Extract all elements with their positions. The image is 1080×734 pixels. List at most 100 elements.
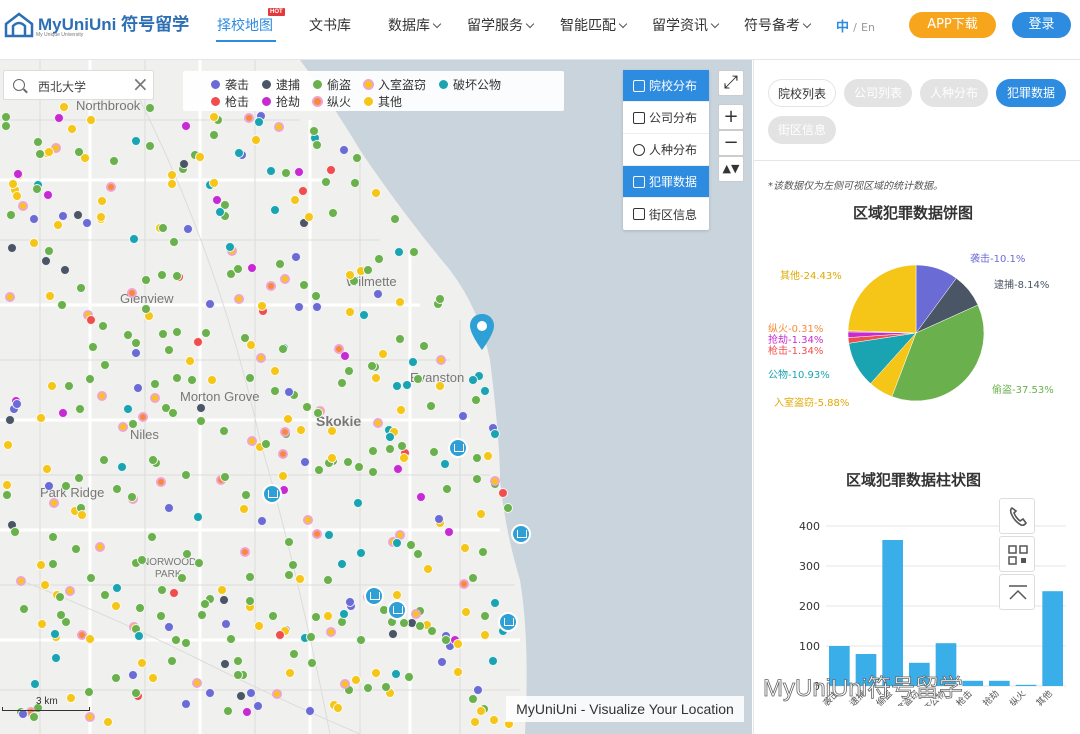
nav-item-exam-prep[interactable]: 符号备考 <box>744 15 812 35</box>
crime-marker[interactable] <box>147 532 157 542</box>
crime-marker[interactable] <box>423 564 433 574</box>
crime-marker[interactable] <box>48 532 58 542</box>
crime-marker[interactable] <box>95 542 105 552</box>
layer-company[interactable]: 公司分布 <box>623 102 709 134</box>
crime-marker[interactable] <box>473 685 483 695</box>
crime-marker[interactable] <box>440 459 450 469</box>
crime-marker[interactable] <box>350 178 360 188</box>
crime-marker[interactable] <box>352 153 362 163</box>
crime-marker[interactable] <box>429 447 439 457</box>
crime-marker[interactable] <box>157 270 167 280</box>
crime-marker[interactable] <box>74 473 84 483</box>
crime-marker[interactable] <box>278 471 288 481</box>
crime-marker[interactable] <box>385 444 395 454</box>
crime-marker[interactable] <box>367 361 377 371</box>
crime-marker[interactable] <box>363 683 373 693</box>
crime-marker[interactable] <box>179 159 189 169</box>
layer-crime[interactable]: 犯罪数据 <box>623 166 709 198</box>
crime-marker[interactable] <box>323 611 333 621</box>
legend-item-arson[interactable]: 纵火 <box>312 93 351 110</box>
crime-marker[interactable] <box>219 595 229 605</box>
crime-marker[interactable] <box>284 387 294 397</box>
crime-marker[interactable] <box>278 344 288 354</box>
crime-marker[interactable] <box>339 145 349 155</box>
crime-marker[interactable] <box>169 588 179 598</box>
crime-marker[interactable] <box>233 656 243 666</box>
crime-marker[interactable] <box>441 635 451 645</box>
crime-marker[interactable] <box>133 383 143 393</box>
crime-marker[interactable] <box>171 635 181 645</box>
crime-marker[interactable] <box>172 327 182 337</box>
crime-marker[interactable] <box>85 712 95 722</box>
crime-marker[interactable] <box>209 130 219 140</box>
crime-marker[interactable] <box>489 715 499 725</box>
crime-marker[interactable] <box>453 667 463 677</box>
crime-marker[interactable] <box>244 113 254 123</box>
crime-marker[interactable] <box>85 374 95 384</box>
nav-item-document-library[interactable]: 文书库 <box>309 15 351 35</box>
crime-marker[interactable] <box>76 283 86 293</box>
crime-marker[interactable] <box>177 573 187 583</box>
crime-marker[interactable] <box>141 275 151 285</box>
crime-marker[interactable] <box>303 515 313 525</box>
crime-marker[interactable] <box>43 190 53 200</box>
crime-marker[interactable] <box>148 673 158 683</box>
crime-marker[interactable] <box>363 265 373 275</box>
crime-marker[interactable] <box>270 205 280 215</box>
crime-marker[interactable] <box>305 706 315 716</box>
crime-marker[interactable] <box>220 472 230 482</box>
crime-marker[interactable] <box>324 530 334 540</box>
crime-marker[interactable] <box>182 549 192 559</box>
nav-item-smart-match[interactable]: 智能匹配 <box>560 15 628 35</box>
crime-marker[interactable] <box>334 344 344 354</box>
crime-marker[interactable] <box>356 548 366 558</box>
crime-marker[interactable] <box>164 622 174 632</box>
crime-marker[interactable] <box>234 294 244 304</box>
crime-marker[interactable] <box>57 300 67 310</box>
crime-marker[interactable] <box>371 373 381 383</box>
pie-slice-8[interactable] <box>847 264 917 334</box>
crime-marker[interactable] <box>86 115 96 125</box>
crime-marker[interactable] <box>131 348 141 358</box>
crime-marker[interactable] <box>328 208 338 218</box>
crime-marker[interactable] <box>73 210 83 220</box>
crime-marker[interactable] <box>109 156 119 166</box>
crime-marker[interactable] <box>16 576 26 586</box>
crime-marker[interactable] <box>415 621 425 631</box>
crime-marker[interactable] <box>339 609 349 619</box>
nav-item-study-abroad-service[interactable]: 留学服务 <box>467 15 535 35</box>
crime-marker[interactable] <box>354 462 364 472</box>
crime-marker[interactable] <box>241 490 251 500</box>
zoom-in-button[interactable]: + <box>718 104 744 130</box>
crime-marker[interactable] <box>472 474 482 484</box>
crime-marker[interactable] <box>111 673 121 683</box>
crime-marker[interactable] <box>7 243 17 253</box>
crime-marker[interactable] <box>51 653 61 663</box>
crime-marker[interactable] <box>480 630 490 640</box>
crime-marker[interactable] <box>392 590 402 600</box>
crime-marker[interactable] <box>353 498 363 508</box>
crime-marker[interactable] <box>392 381 402 391</box>
crime-marker[interactable] <box>65 586 75 596</box>
crime-marker[interactable] <box>270 366 280 376</box>
tab-ethnicity[interactable]: 人种分布 <box>920 79 988 107</box>
crime-marker[interactable] <box>8 179 18 189</box>
university-pin[interactable] <box>262 484 282 504</box>
crime-marker[interactable] <box>106 182 116 192</box>
crime-marker[interactable] <box>299 280 309 290</box>
crime-marker[interactable] <box>233 264 243 274</box>
crime-marker[interactable] <box>156 477 166 487</box>
crime-marker[interactable] <box>194 558 204 568</box>
crime-marker[interactable] <box>254 621 264 631</box>
contact-phone-button[interactable] <box>999 498 1035 534</box>
crime-marker[interactable] <box>40 580 50 590</box>
crime-marker[interactable] <box>181 638 191 648</box>
legend-item-burglary[interactable]: 入室盗窃 <box>363 76 426 93</box>
crime-marker[interactable] <box>345 597 355 607</box>
crime-marker[interactable] <box>158 223 168 233</box>
crime-marker[interactable] <box>245 572 255 582</box>
crime-marker[interactable] <box>131 338 141 348</box>
crime-marker[interactable] <box>472 453 482 463</box>
crime-marker[interactable] <box>157 585 167 595</box>
crime-marker[interactable] <box>58 211 68 221</box>
